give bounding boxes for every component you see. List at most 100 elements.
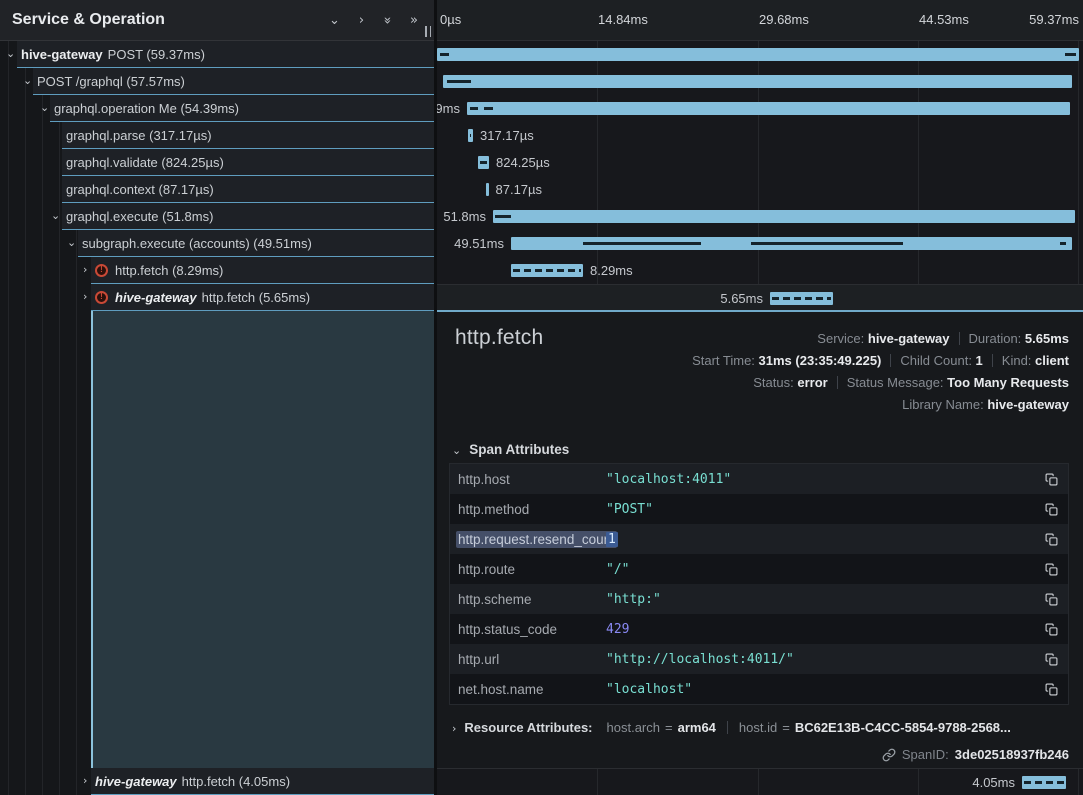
copy-icon[interactable]: [1045, 533, 1058, 546]
span-row-card[interactable]: !http.fetch (8.29ms): [91, 257, 434, 284]
timeline-row[interactable]: [437, 41, 1083, 68]
span-row-label: graphql.validate (824.25µs): [66, 155, 224, 170]
copy-icon[interactable]: [1045, 473, 1058, 486]
span-duration-bar[interactable]: [486, 183, 489, 196]
span-row-label: graphql.parse (317.17µs): [66, 128, 212, 143]
tree-row[interactable]: ⌄subgraph.execute (accounts) (49.51ms): [0, 230, 434, 257]
tree-row[interactable]: ›!http.fetch (8.29ms): [0, 257, 434, 284]
span-row-label: graphql.operation Me (54.39ms): [54, 101, 239, 116]
span-meta-line: Start Time: 31ms (23:35:49.225)Child Cou…: [692, 350, 1069, 372]
span-duration-bar[interactable]: [468, 129, 473, 142]
timeline-tick-label: 44.53ms: [919, 12, 969, 27]
copy-icon[interactable]: [1045, 593, 1058, 606]
span-row-card[interactable]: graphql.context (87.17µs): [62, 176, 434, 203]
attribute-row[interactable]: http.method"POST": [450, 494, 1068, 524]
copy-icon[interactable]: [1045, 653, 1058, 666]
chevron-right-icon[interactable]: ›: [83, 768, 87, 794]
attribute-value: 429: [606, 622, 1045, 637]
attribute-value: "localhost:4011": [606, 472, 1045, 487]
attribute-row[interactable]: net.host.name"localhost": [450, 674, 1068, 704]
chevron-down-icon[interactable]: ⌄: [51, 203, 60, 229]
span-service-name: hive-gateway: [115, 290, 197, 305]
span-duration-bar[interactable]: [443, 75, 1072, 88]
span-duration-bar[interactable]: [493, 210, 1075, 223]
tree-header-icons: ⌄ › » »: [329, 14, 418, 27]
span-title: http.fetch: [455, 326, 543, 350]
attribute-row[interactable]: http.url"http://localhost:4011/": [450, 644, 1068, 674]
tree-row[interactable]: ⌄graphql.execute (51.8ms): [0, 203, 434, 230]
span-duration-bar[interactable]: [511, 264, 583, 277]
span-attributes-header[interactable]: ⌄Span Attributes: [452, 442, 569, 457]
timeline-row-selected[interactable]: 5.65ms: [437, 284, 1083, 311]
timeline-row[interactable]: 49.51ms: [437, 230, 1083, 257]
trace-viewer: Service & Operation ⌄›»» ⌄hive-gatewayPO…: [0, 0, 1083, 795]
chevron-down-icon[interactable]: ⌄: [40, 95, 49, 121]
chevron-right-icon[interactable]: ›: [359, 14, 364, 27]
span-duration-bar[interactable]: [467, 102, 1070, 115]
chevron-down-icon[interactable]: ⌄: [23, 68, 32, 94]
panel-resize-handle[interactable]: [425, 26, 431, 37]
equals-sign: =: [782, 720, 790, 735]
timeline-row[interactable]: 51.8ms: [437, 203, 1083, 230]
span-row-card[interactable]: graphql.parse (317.17µs): [62, 122, 434, 149]
tree-row[interactable]: graphql.context (87.17µs): [0, 176, 434, 203]
span-row-card[interactable]: POST /graphql (57.57ms): [33, 68, 434, 95]
chevron-down-icon[interactable]: ⌄: [329, 14, 340, 27]
timeline-row[interactable]: 8.29ms: [437, 257, 1083, 284]
meta-label: Service:: [817, 331, 868, 346]
copy-icon[interactable]: [1045, 563, 1058, 576]
span-duration-bar[interactable]: [770, 292, 833, 305]
chevron-right-icon[interactable]: ›: [83, 257, 87, 283]
link-icon[interactable]: [882, 748, 896, 762]
chevron-right-icon[interactable]: ›: [83, 284, 87, 310]
meta-divider: [890, 354, 891, 367]
tree-row[interactable]: ›!hive-gatewayhttp.fetch (5.65ms): [0, 284, 434, 311]
attribute-value: "POST": [606, 502, 1045, 517]
span-row-card[interactable]: graphql.operation Me (54.39ms): [50, 95, 434, 122]
attribute-row[interactable]: http.route"/": [450, 554, 1068, 584]
span-row-card[interactable]: !hive-gatewayhttp.fetch (5.65ms): [91, 284, 434, 311]
resource-attributes-row[interactable]: ›Resource Attributes:host.arch=arm64host…: [452, 714, 1069, 742]
span-meta-line: Library Name: hive-gateway: [692, 394, 1069, 416]
timeline-row[interactable]: 54.39ms: [437, 95, 1083, 122]
span-duration-bar[interactable]: [511, 237, 1072, 250]
tree-row[interactable]: graphql.validate (824.25µs): [0, 149, 434, 176]
span-row-card[interactable]: graphql.validate (824.25µs): [62, 149, 434, 176]
span-meta-line: Status: errorStatus Message: Too Many Re…: [692, 372, 1069, 394]
tree-row[interactable]: ⌄ graphql.operation Me (54.39ms): [0, 95, 434, 122]
tree-row[interactable]: ›hive-gatewayhttp.fetch (4.05ms): [0, 768, 434, 795]
span-service-name: hive-gateway: [95, 774, 177, 789]
chevron-down-icon[interactable]: ⌄: [67, 230, 76, 256]
attribute-row[interactable]: http.status_code429: [450, 614, 1068, 644]
attribute-row[interactable]: http.host"localhost:4011": [450, 464, 1068, 494]
span-row-card[interactable]: subgraph.execute (accounts) (49.51ms): [78, 230, 434, 257]
timeline-row[interactable]: 317.17µs: [437, 122, 1083, 149]
span-duration-bar[interactable]: [478, 156, 489, 169]
tree-row[interactable]: ⌄hive-gatewayPOST (59.37ms): [0, 41, 434, 68]
meta-divider: [837, 376, 838, 389]
span-row-card[interactable]: graphql.execute (51.8ms): [62, 203, 434, 230]
copy-icon[interactable]: [1045, 623, 1058, 636]
chevron-down-icon[interactable]: ⌄: [6, 41, 15, 67]
span-row-card[interactable]: hive-gatewayhttp.fetch (4.05ms): [91, 768, 434, 795]
double-chevron-down-icon[interactable]: »: [381, 16, 394, 24]
span-duration-bar[interactable]: [1022, 776, 1066, 789]
span-row-label: POST (59.37ms): [108, 47, 205, 62]
tree-row[interactable]: graphql.parse (317.17µs): [0, 122, 434, 149]
copy-icon[interactable]: [1045, 683, 1058, 696]
span-duration-bar[interactable]: [437, 48, 1079, 61]
attribute-row[interactable]: http.request.resend_count1: [450, 524, 1068, 554]
timeline-row[interactable]: 57.57ms: [437, 68, 1083, 95]
timeline-row[interactable]: 824.25µs: [437, 149, 1083, 176]
tree-header: Service & Operation ⌄›»»: [0, 0, 434, 41]
bar-duration-label: 51.8ms: [443, 203, 486, 230]
attribute-row[interactable]: http.scheme"http:": [450, 584, 1068, 614]
copy-icon[interactable]: [1045, 503, 1058, 516]
span-row-label: http.fetch (5.65ms): [202, 290, 310, 305]
bar-self-time-mark: [751, 242, 903, 245]
double-chevron-right-icon[interactable]: »: [410, 14, 418, 27]
bar-self-time-mark: [1065, 53, 1076, 56]
tree-row[interactable]: ⌄POST /graphql (57.57ms): [0, 68, 434, 95]
span-row-card[interactable]: hive-gatewayPOST (59.37ms): [17, 41, 434, 68]
timeline-row[interactable]: 87.17µs: [437, 176, 1083, 203]
